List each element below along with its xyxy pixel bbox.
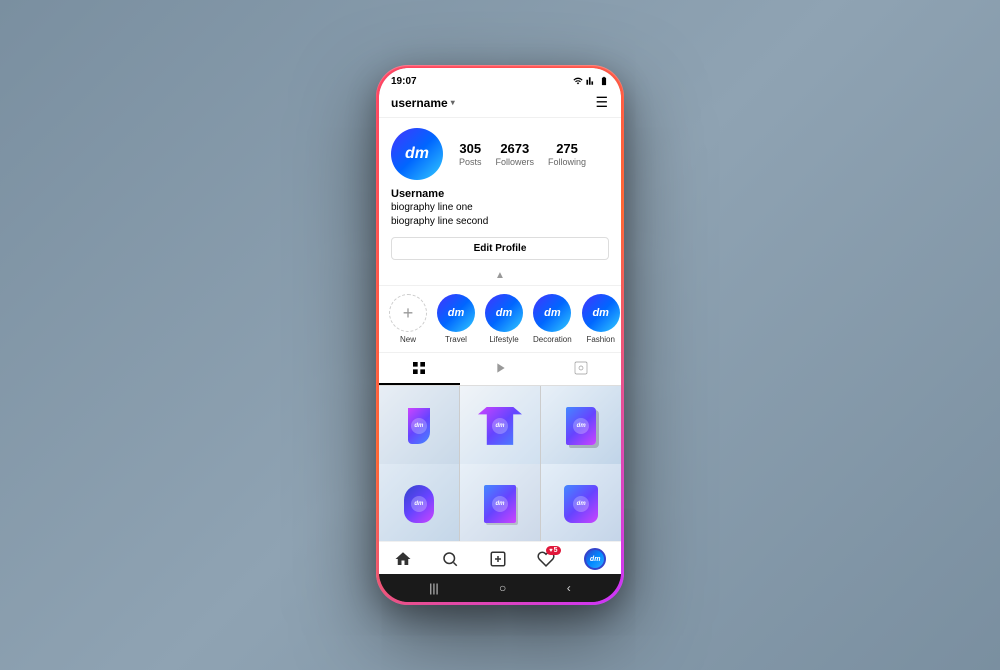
search-icon <box>441 550 459 568</box>
android-recent-button[interactable]: ||| <box>429 581 438 595</box>
content-tabs <box>379 353 621 386</box>
header-username: username <box>391 96 448 110</box>
status-time: 19:07 <box>391 76 417 87</box>
stories-row: + New dm Travel dm Lifestyle <box>379 286 621 353</box>
nav-search[interactable] <box>441 550 459 568</box>
battery-icon <box>599 76 609 86</box>
nav-profile-avatar: dm <box>584 548 606 570</box>
story-decoration-letters: dm <box>544 307 561 319</box>
profile-bio-line1: biography line one <box>391 201 609 215</box>
avatar-letters: dm <box>405 145 429 163</box>
badge-count: 5 <box>554 547 558 554</box>
hamburger-menu-icon[interactable]: ☰ <box>595 94 609 111</box>
posts-count: 305 <box>459 141 481 157</box>
story-travel-letters: dm <box>448 307 465 319</box>
nav-home[interactable] <box>394 550 412 568</box>
tab-tagged[interactable] <box>540 353 621 385</box>
notification-badge: ♥ 5 <box>546 546 560 555</box>
grid-icon <box>411 360 427 376</box>
phone-frame: 19:07 username ▾ ☰ dm <box>376 65 624 605</box>
app-header: username ▾ ☰ <box>379 90 621 118</box>
tab-video[interactable] <box>460 353 541 385</box>
grid-cell-2[interactable]: dm <box>460 386 540 466</box>
grid-cell-6[interactable]: dm <box>541 464 621 541</box>
grid-cell-1[interactable]: dm <box>379 386 459 466</box>
story-lifestyle-circle[interactable]: dm <box>485 294 523 332</box>
collapse-bar[interactable]: ▲ <box>379 268 621 286</box>
avatar[interactable]: dm <box>391 128 443 180</box>
story-new-label: New <box>400 335 416 344</box>
followers-label: Followers <box>496 157 535 167</box>
grid-cell-3[interactable]: dm <box>541 386 621 466</box>
profile-section: dm 305 Posts 2673 Followers 275 <box>379 118 621 268</box>
story-item-decoration[interactable]: dm Decoration <box>533 294 572 344</box>
android-back-button[interactable]: ‹ <box>567 581 571 595</box>
product-logo-1: dm <box>411 418 427 434</box>
story-item-new[interactable]: + New <box>389 294 427 344</box>
stat-following: 275 Following <box>548 141 586 167</box>
collapse-arrow-icon: ▲ <box>495 270 505 281</box>
product-logo-5: dm <box>492 496 508 512</box>
android-nav-bar: ||| ○ ‹ <box>379 574 621 602</box>
android-home-button[interactable]: ○ <box>499 581 506 595</box>
followers-count: 2673 <box>500 141 529 157</box>
profile-name: Username <box>391 188 609 200</box>
following-label: Following <box>548 157 586 167</box>
posts-label: Posts <box>459 157 482 167</box>
dropdown-arrow-icon: ▾ <box>451 98 455 107</box>
badge-heart-icon: ♥ <box>549 548 553 554</box>
stat-posts: 305 Posts <box>459 141 482 167</box>
nav-heart[interactable]: ♥ 5 <box>537 550 555 568</box>
edit-profile-button[interactable]: Edit Profile <box>391 237 609 260</box>
wifi-icon <box>573 76 583 86</box>
story-lifestyle-letters: dm <box>496 307 513 319</box>
product-logo-4: dm <box>411 496 427 512</box>
story-item-travel[interactable]: dm Travel <box>437 294 475 344</box>
nav-profile[interactable]: dm <box>584 548 606 570</box>
phone-inner: 19:07 username ▾ ☰ dm <box>379 68 621 602</box>
product-logo-2: dm <box>492 418 508 434</box>
phone-screen: 19:07 username ▾ ☰ dm <box>379 68 621 574</box>
story-decoration-label: Decoration <box>533 335 572 344</box>
story-fashion-letters: dm <box>592 307 609 319</box>
product-logo-6: dm <box>573 496 589 512</box>
profile-info: Username biography line one biography li… <box>391 188 609 229</box>
grid-cell-4[interactable]: dm <box>379 464 459 541</box>
status-bar: 19:07 <box>379 68 621 90</box>
nav-add[interactable] <box>489 550 507 568</box>
product-logo-3: dm <box>573 418 589 434</box>
story-lifestyle-label: Lifestyle <box>489 335 518 344</box>
story-fashion-label: Fashion <box>586 335 614 344</box>
story-decoration-circle[interactable]: dm <box>533 294 571 332</box>
video-icon <box>492 360 508 376</box>
profile-bio-line2: biography line second <box>391 215 609 229</box>
status-icons <box>573 76 609 86</box>
tab-grid[interactable] <box>379 353 460 385</box>
stat-followers: 2673 Followers <box>496 141 535 167</box>
tag-icon <box>573 360 589 376</box>
signal-icon <box>586 76 596 86</box>
story-item-lifestyle[interactable]: dm Lifestyle <box>485 294 523 344</box>
story-travel-circle[interactable]: dm <box>437 294 475 332</box>
add-icon <box>489 550 507 568</box>
story-travel-label: Travel <box>445 335 467 344</box>
bottom-nav: ♥ 5 dm <box>379 541 621 574</box>
photo-grid: dm dm <box>379 386 621 541</box>
story-new-circle[interactable]: + <box>389 294 427 332</box>
story-fashion-circle[interactable]: dm <box>582 294 620 332</box>
following-count: 275 <box>556 141 578 157</box>
profile-top: dm 305 Posts 2673 Followers 275 <box>391 128 609 180</box>
stats-row: 305 Posts 2673 Followers 275 Following <box>459 141 609 167</box>
home-icon <box>394 550 412 568</box>
story-item-fashion[interactable]: dm Fashion <box>582 294 620 344</box>
username-dropdown[interactable]: username ▾ <box>391 96 455 110</box>
nav-avatar-letters: dm <box>590 556 601 563</box>
grid-cell-5[interactable]: dm <box>460 464 540 541</box>
